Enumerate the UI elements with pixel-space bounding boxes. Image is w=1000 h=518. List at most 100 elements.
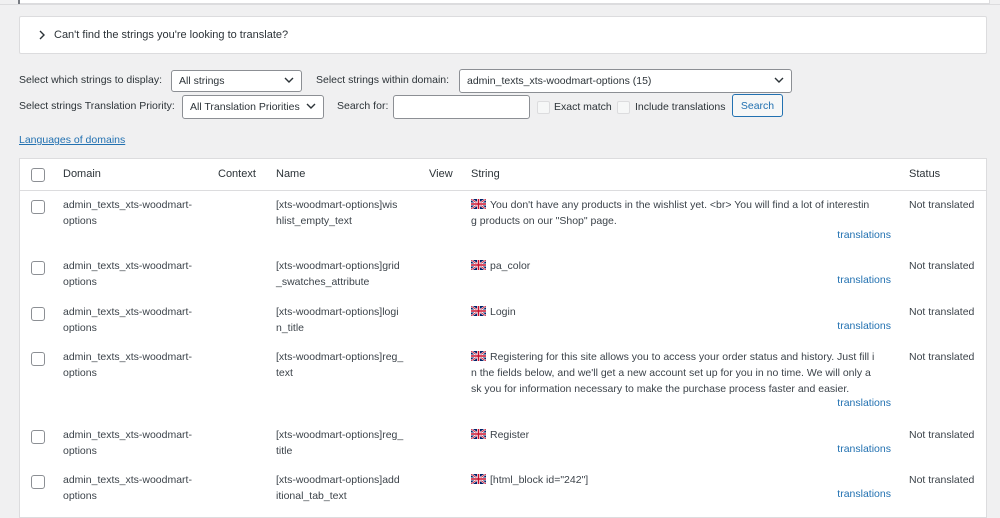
domain-filter-value: admin_texts_xts-woodmart-options (15) xyxy=(467,75,652,87)
table-header: Domain Context Name View String Status xyxy=(20,159,986,191)
exact-match-label: Exact match xyxy=(554,101,612,113)
string-line: pa_color xyxy=(490,260,531,272)
string-text: g products on our "Shop" page. xyxy=(471,213,869,229)
domain-text: admin_texts_xts-woodmart- xyxy=(63,199,192,211)
domain-cell: admin_texts_xts-woodmart-options xyxy=(63,472,192,504)
string-cell: Login xyxy=(471,304,516,320)
priority-filter-select[interactable]: All Translation Priorities xyxy=(182,95,324,119)
string-cell: Registering for this site allows you to … xyxy=(471,349,874,397)
status-text: Not translated xyxy=(909,351,975,363)
header-name[interactable]: Name xyxy=(276,168,305,180)
string-cell: You don't have any products in the wishl… xyxy=(471,197,869,229)
string-text: [html_block id="242"] xyxy=(471,472,588,488)
chevron-right-icon xyxy=(34,30,50,40)
strings-table: Domain Context Name View String Status a… xyxy=(19,158,987,518)
domain-text: admin_texts_xts-woodmart- xyxy=(63,351,192,363)
string-line: Login xyxy=(490,306,516,318)
table-row: admin_texts_xts-woodmart-options [xts-woo… xyxy=(20,258,986,304)
translations-link[interactable]: translations xyxy=(837,229,891,241)
domain-cell: admin_texts_xts-woodmart-options xyxy=(63,197,192,229)
status-text: Not translated xyxy=(909,199,975,211)
include-translations-label: Include translations xyxy=(635,101,726,113)
name-cell: [xts-woodmart-options]reg_text xyxy=(276,349,403,381)
uk-flag-icon xyxy=(471,306,490,318)
uk-flag-icon xyxy=(471,351,490,363)
domain-cell: admin_texts_xts-woodmart-options xyxy=(63,427,192,459)
table-row: admin_texts_xts-woodmart-options [xts-woo… xyxy=(20,349,986,427)
row-checkbox[interactable] xyxy=(31,261,45,275)
domain-filter-label: Select strings within domain: xyxy=(316,74,450,86)
status-text: Not translated xyxy=(909,429,975,441)
translations-link[interactable]: translations xyxy=(837,397,891,409)
name-text: [xts-woodmart-options]reg_ xyxy=(276,429,404,441)
status-text: Not translated xyxy=(909,260,975,272)
top-panel xyxy=(0,0,1000,5)
name-text: [xts-woodmart-options]logi xyxy=(276,306,399,318)
name-text: [xts-woodmart-options]reg_ xyxy=(276,351,404,363)
domain-filter-select[interactable]: admin_texts_xts-woodmart-options (15) xyxy=(459,69,792,93)
domain-text: options xyxy=(63,215,97,227)
translations-link[interactable]: translations xyxy=(837,274,891,286)
name-cell: [xts-woodmart-options]reg_title xyxy=(276,427,403,459)
name-text: itional_tab_text xyxy=(276,490,347,502)
translations-link[interactable]: translations xyxy=(837,488,891,500)
name-text: hlist_empty_text xyxy=(276,215,352,227)
name-cell: [xts-woodmart-options]logi n_title xyxy=(276,304,399,336)
table-row: admin_texts_xts-woodmart-options [xts-woo… xyxy=(20,197,986,258)
name-cell: [xts-woodmart-options]wis hlist_empty_tex… xyxy=(276,197,397,229)
search-input[interactable] xyxy=(393,95,530,119)
row-checkbox[interactable] xyxy=(31,307,45,321)
status-text: Not translated xyxy=(909,474,975,486)
name-cell: [xts-woodmart-options]add itional_tab_tex… xyxy=(276,472,400,504)
name-text: [xts-woodmart-options]wis xyxy=(276,199,398,211)
priority-filter-value: All Translation Priorities xyxy=(190,101,300,113)
translations-link[interactable]: translations xyxy=(837,443,891,455)
string-line: [html_block id="242"] xyxy=(490,474,589,486)
domain-text: options xyxy=(63,276,97,288)
header-status[interactable]: Status xyxy=(909,168,940,180)
row-checkbox[interactable] xyxy=(31,430,45,444)
domain-text: options xyxy=(63,445,97,457)
name-text: title xyxy=(276,445,293,457)
uk-flag-icon xyxy=(471,429,490,441)
name-cell: [xts-woodmart-options]grid _swatches_attr… xyxy=(276,258,400,290)
domain-text: admin_texts_xts-woodmart- xyxy=(63,306,192,318)
string-line: n the fields below, and we'll get a new … xyxy=(471,367,871,379)
include-translations-checkbox[interactable] xyxy=(617,101,630,114)
row-checkbox[interactable] xyxy=(31,475,45,489)
string-text: Register xyxy=(471,427,529,443)
row-checkbox[interactable] xyxy=(31,352,45,366)
exact-match-checkbox[interactable] xyxy=(537,101,550,114)
cant-find-strings-label: Can't find the strings you're looking to… xyxy=(54,29,289,41)
header-context[interactable]: Context xyxy=(218,168,256,180)
header-domain[interactable]: Domain xyxy=(63,168,101,180)
row-checkbox[interactable] xyxy=(31,200,45,214)
string-line: You don't have any products in the wishl… xyxy=(490,199,870,211)
cant-find-strings-toggle[interactable]: Can't find the strings you're looking to… xyxy=(19,16,987,54)
string-text: sk you for information necessary to make… xyxy=(471,381,874,397)
status-text: Not translated xyxy=(909,306,975,318)
table-row: admin_texts_xts-woodmart-options [xts-woo… xyxy=(20,304,986,349)
display-filter-select[interactable]: All strings xyxy=(171,70,302,92)
display-filter-value: All strings xyxy=(179,75,225,87)
string-line: Register xyxy=(490,429,530,441)
select-all-checkbox[interactable] xyxy=(31,168,45,182)
chevron-down-icon xyxy=(774,75,784,87)
header-string[interactable]: String xyxy=(471,168,500,180)
chevron-down-icon xyxy=(284,75,294,87)
name-text: [xts-woodmart-options]grid xyxy=(276,260,400,272)
uk-flag-icon xyxy=(471,474,490,486)
display-filter-label: Select which strings to display: xyxy=(19,74,162,86)
translations-link[interactable]: translations xyxy=(837,320,891,332)
domain-cell: admin_texts_xts-woodmart-options xyxy=(63,349,192,381)
string-text: pa_color xyxy=(471,258,530,274)
domain-text: options xyxy=(63,490,97,502)
domain-cell: admin_texts_xts-woodmart-options xyxy=(63,258,192,290)
domain-text: admin_texts_xts-woodmart- xyxy=(63,429,192,441)
domain-text: admin_texts_xts-woodmart- xyxy=(63,474,192,486)
search-button[interactable]: Search xyxy=(732,94,783,117)
string-text: You don't have any products in the wishl… xyxy=(471,197,869,213)
name-text: text xyxy=(276,367,293,379)
string-text: Registering for this site allows you to … xyxy=(471,349,874,365)
languages-of-domains-link[interactable]: Languages of domains xyxy=(19,134,125,146)
